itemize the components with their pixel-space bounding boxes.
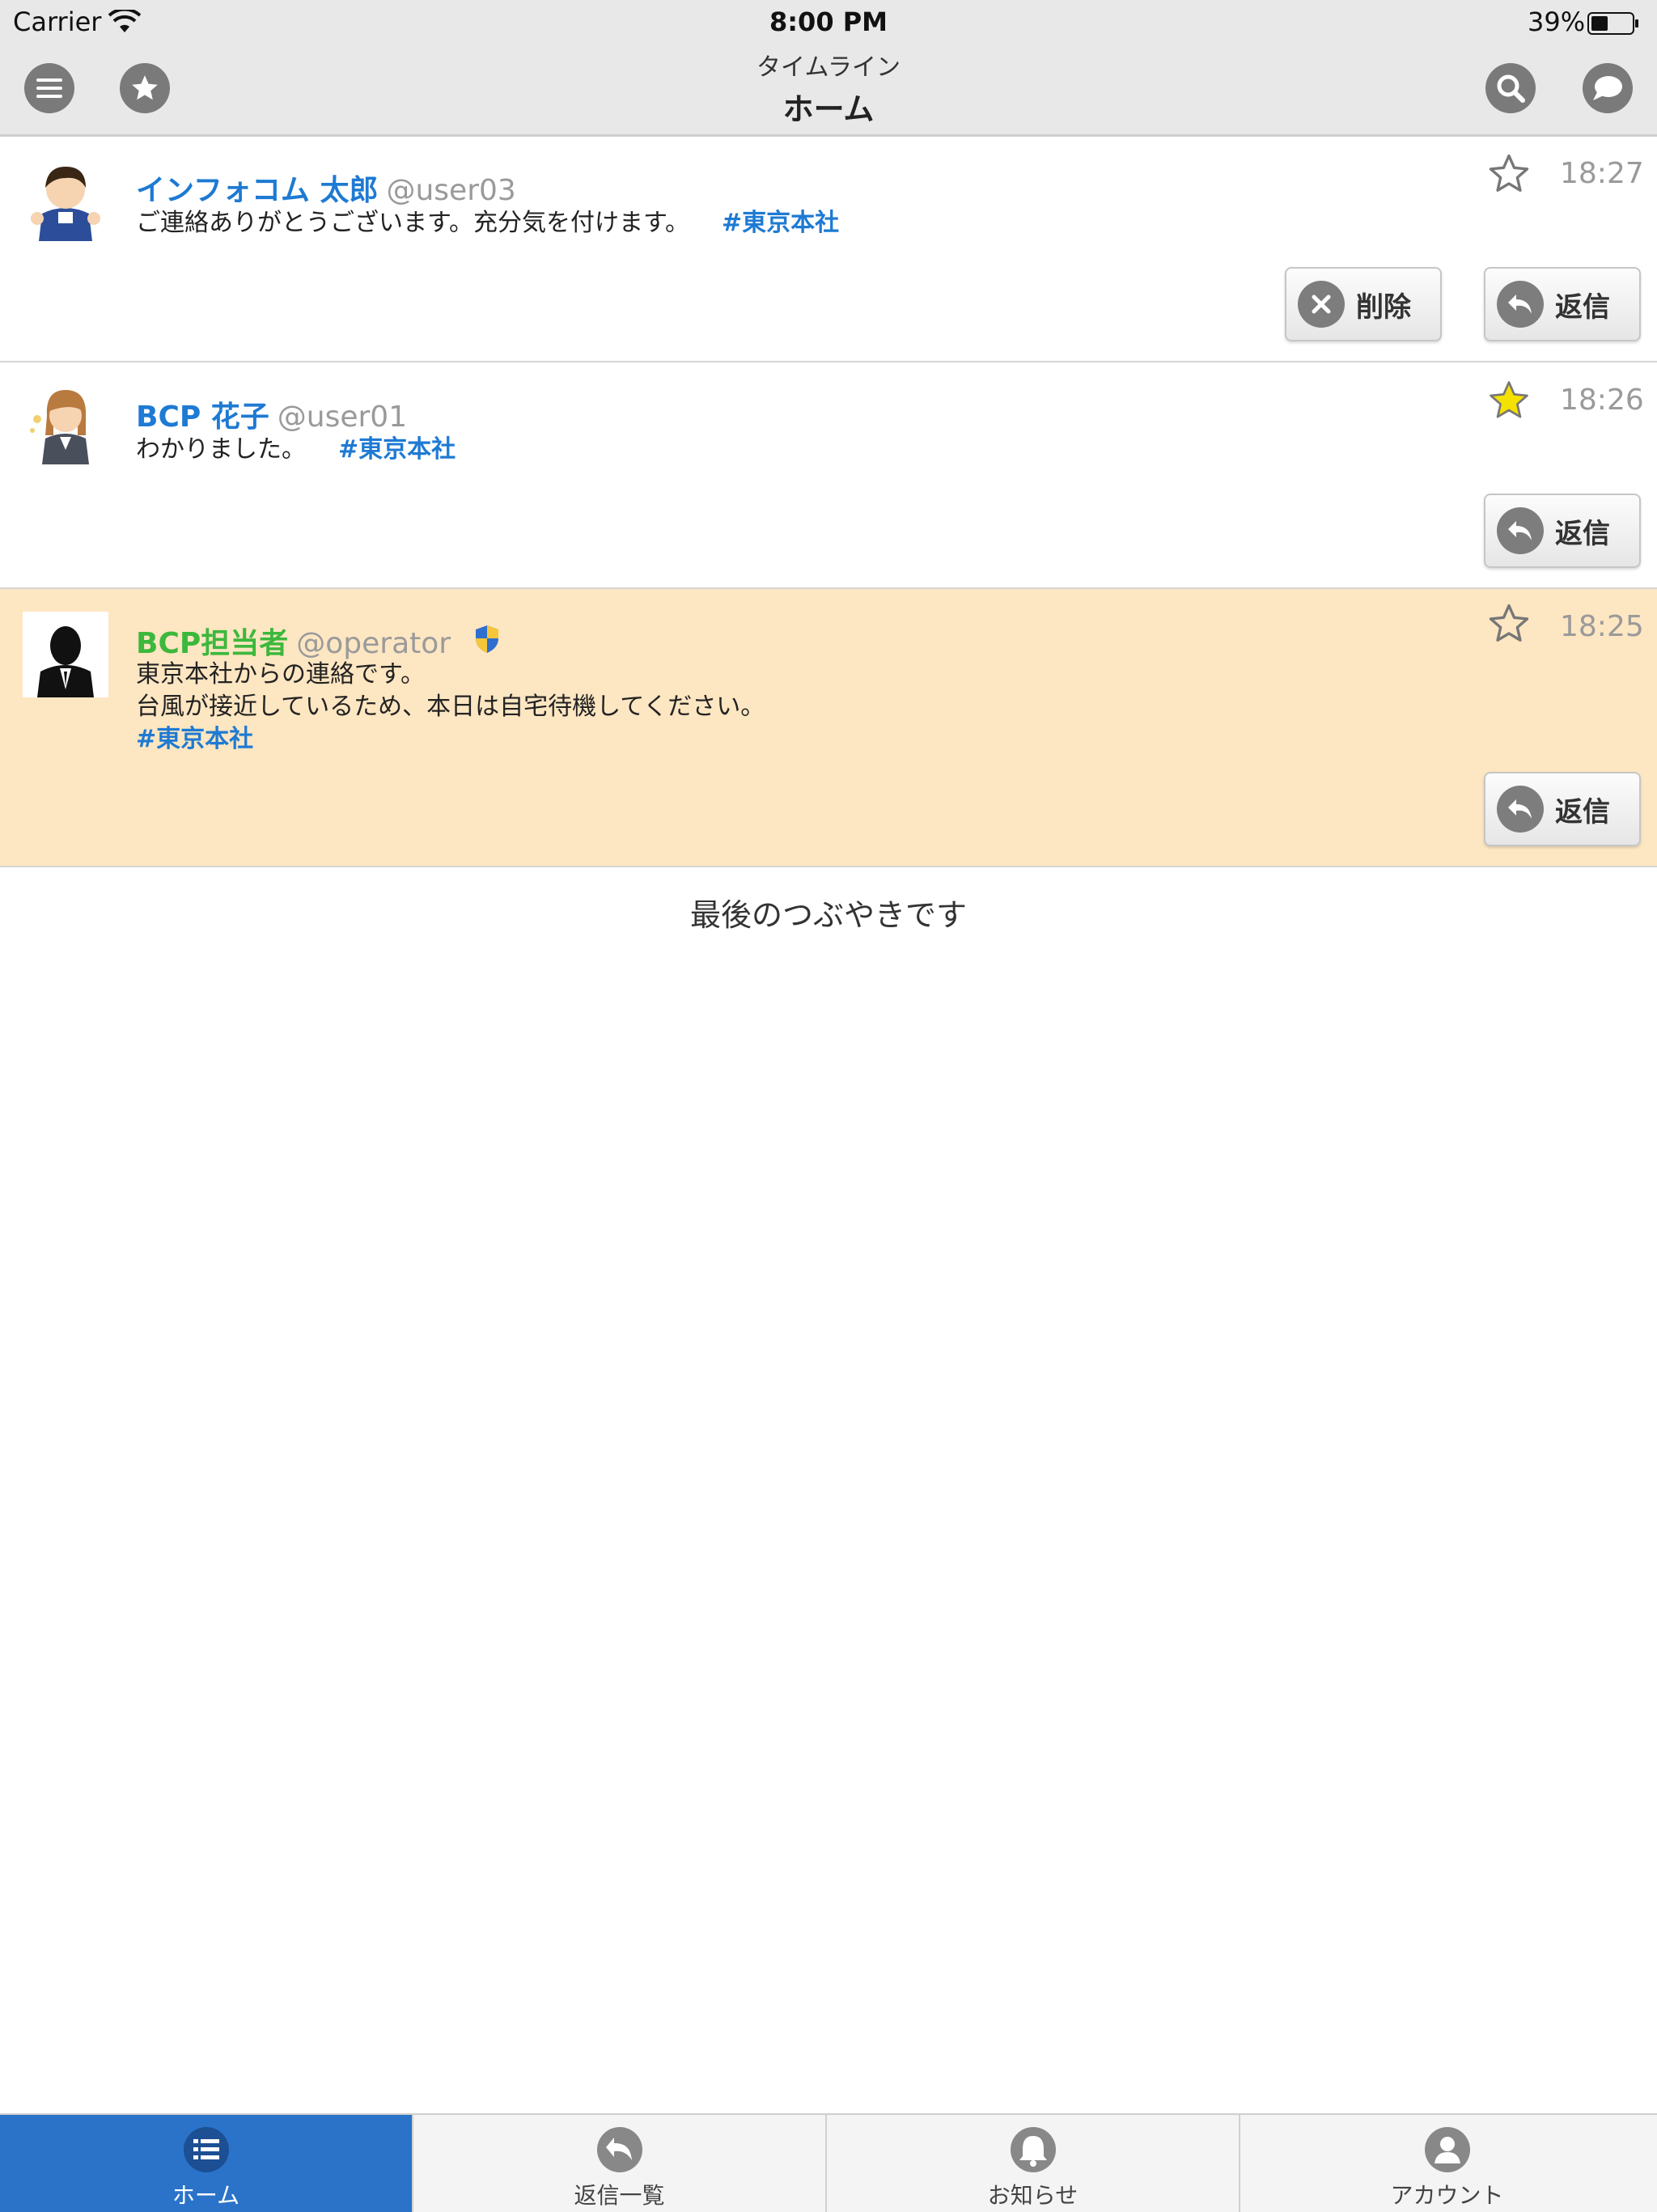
- star-outline-icon[interactable]: [1487, 152, 1531, 196]
- close-icon: [1298, 281, 1345, 328]
- hashtag-link[interactable]: #東京本社: [338, 435, 456, 464]
- page-title: ホーム: [782, 91, 875, 127]
- list-icon: [183, 2127, 229, 2172]
- user-name[interactable]: BCP担当者: [136, 627, 288, 660]
- tab-label: アカウント: [1390, 2182, 1504, 2209]
- user-name[interactable]: BCP 花子: [136, 400, 269, 434]
- post-message: ご連絡ありがとうございます。充分気を付けます。: [136, 209, 689, 237]
- tab-label: お知らせ: [987, 2182, 1079, 2209]
- post-message-line: 東京本社からの連絡です。: [136, 660, 425, 689]
- hashtag-link[interactable]: #東京本社: [136, 725, 253, 753]
- tab-label: 返信一覧: [574, 2182, 665, 2209]
- user-handle[interactable]: @operator: [296, 627, 451, 660]
- reply-icon: [1497, 281, 1544, 328]
- status-bar: Carrier 8:00 PM 39%: [0, 0, 1657, 42]
- reply-button[interactable]: 返信: [1484, 772, 1641, 846]
- timeline-post: BCP 花子 @user01 わかりました。 #東京本社 18:26 返信: [0, 362, 1657, 589]
- reply-label: 返信: [1555, 517, 1610, 550]
- tab-account[interactable]: アカウント: [1240, 2115, 1654, 2212]
- delete-label: 削除: [1356, 290, 1411, 324]
- post-time: 18:25: [1560, 610, 1644, 643]
- search-button[interactable]: [1485, 63, 1536, 113]
- speech-bubble-icon: [1593, 76, 1622, 100]
- battery-icon: [1587, 12, 1638, 35]
- search-icon: [1497, 74, 1525, 103]
- reply-icon: [596, 2127, 642, 2172]
- post-message-line: 台風が接近しているため、本日は自宅待機してください。: [136, 693, 765, 721]
- bell-icon: [1010, 2127, 1056, 2172]
- reply-icon: [1497, 786, 1544, 833]
- post-time: 18:27: [1560, 157, 1644, 190]
- reply-button[interactable]: 返信: [1484, 494, 1641, 568]
- nav-bar: タイムライン ホーム: [0, 42, 1657, 137]
- tab-bar: ホーム 返信一覧 お知らせ アカウント: [0, 2113, 1657, 2212]
- tab-notifications[interactable]: お知らせ: [827, 2115, 1240, 2212]
- reply-label: 返信: [1555, 795, 1610, 828]
- reply-icon: [1497, 507, 1544, 554]
- post-header: インフォコム 太郎 @user03: [136, 167, 516, 209]
- post-text: ご連絡ありがとうございます。充分気を付けます。 #東京本社: [136, 207, 839, 239]
- header-subtitle: タイムライン: [756, 53, 901, 82]
- post-header: BCP 花子 @user01: [136, 393, 407, 435]
- timeline-post-highlighted: BCP担当者 @operator 東京本社からの連絡です。 台風が接近しているため…: [0, 589, 1657, 867]
- end-of-timeline-message: 最後のつぶやきです: [689, 897, 967, 933]
- timeline-post: インフォコム 太郎 @user03 ご連絡ありがとうございます。充分気を付けます。…: [0, 136, 1657, 362]
- post-text: わかりました。 #東京本社: [136, 434, 456, 466]
- post-text: 東京本社からの連絡です。 台風が接近しているため、本日は自宅待機してください。 …: [136, 659, 765, 756]
- reply-button[interactable]: 返信: [1484, 267, 1641, 341]
- tab-label: ホーム: [172, 2182, 240, 2209]
- compose-button[interactable]: [1583, 63, 1633, 113]
- tab-home[interactable]: ホーム: [0, 2115, 413, 2212]
- user-handle[interactable]: @user03: [386, 174, 515, 207]
- reply-label: 返信: [1555, 290, 1610, 324]
- delete-button[interactable]: 削除: [1285, 267, 1442, 341]
- star-filled-icon[interactable]: [1487, 379, 1531, 422]
- hashtag-link[interactable]: #東京本社: [722, 209, 839, 237]
- avatar: [23, 379, 108, 464]
- shield-icon: [475, 625, 498, 653]
- tab-replies[interactable]: 返信一覧: [413, 2115, 827, 2212]
- user-handle[interactable]: @user01: [278, 400, 407, 434]
- battery-percent: 39%: [1528, 6, 1586, 37]
- user-name[interactable]: インフォコム 太郎: [136, 174, 378, 207]
- post-message: わかりました。: [136, 435, 306, 464]
- star-outline-icon[interactable]: [1487, 602, 1531, 646]
- avatar: [23, 612, 108, 697]
- user-icon: [1424, 2127, 1470, 2172]
- post-time: 18:26: [1560, 383, 1644, 417]
- post-header: BCP担当者 @operator: [136, 620, 501, 662]
- clock: 8:00 PM: [769, 6, 888, 37]
- avatar: [23, 155, 108, 241]
